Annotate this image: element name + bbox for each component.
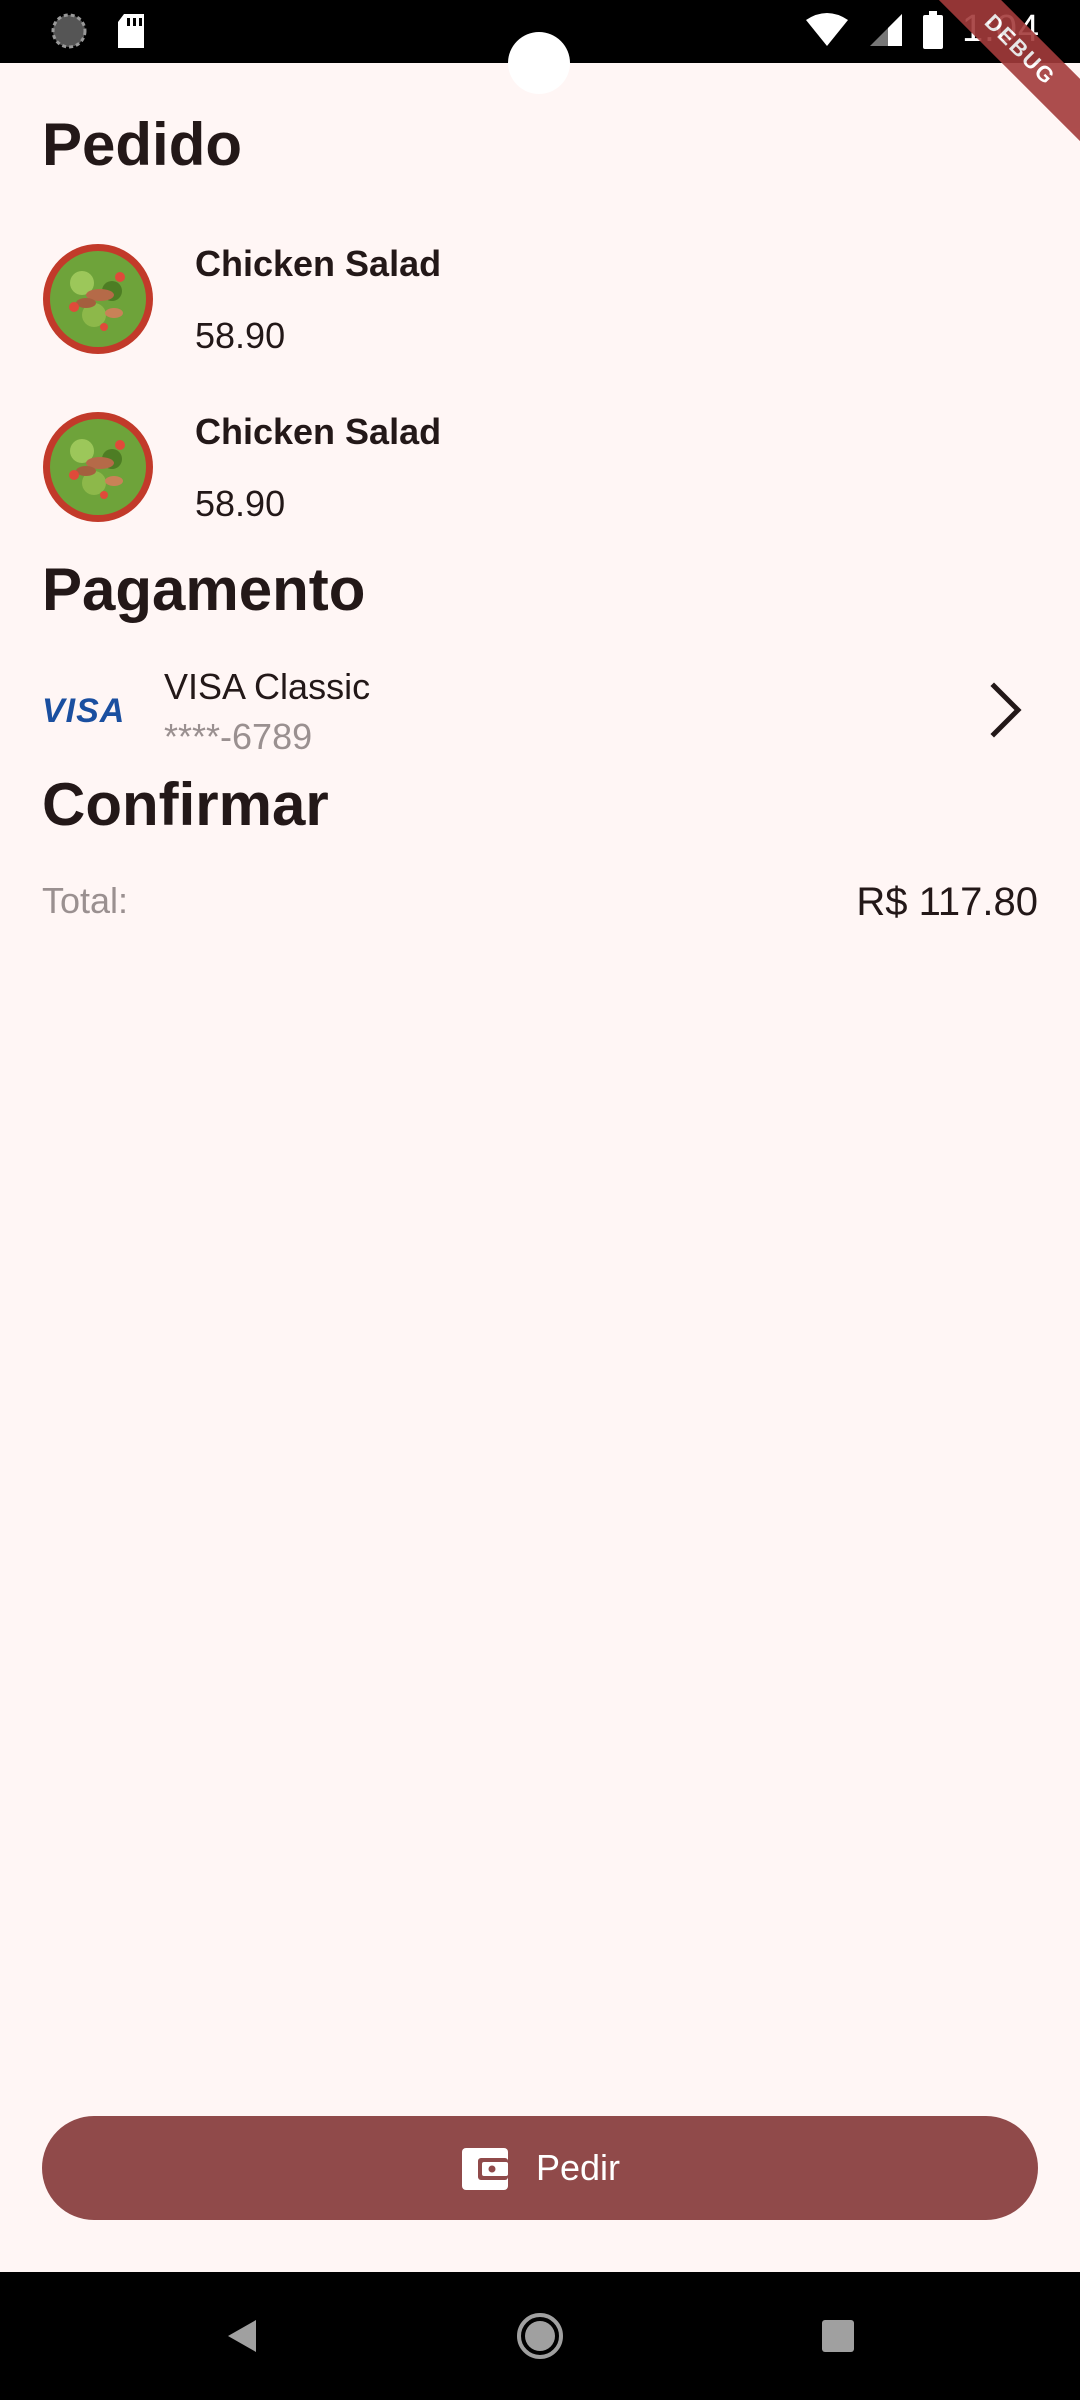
visa-logo: VISA (42, 692, 126, 730)
total-row: Total: R$ 117.80 (42, 880, 1038, 930)
wifi-icon (806, 12, 849, 46)
card-name: VISA Classic (164, 666, 371, 707)
signal-icon (870, 13, 903, 46)
item-name: Chicken Salad (195, 243, 442, 284)
order-item: Chicken Salad 58.90 (42, 411, 1038, 524)
battery-icon (923, 10, 944, 49)
recents-icon[interactable] (822, 2320, 854, 2352)
order-item: Chicken Salad 58.90 (42, 243, 1038, 356)
item-price: 58.90 (195, 315, 286, 356)
salad-image (43, 412, 153, 522)
salad-image (43, 244, 153, 354)
wallet-icon (461, 2148, 508, 2190)
loading-icon (51, 13, 87, 49)
item-name: Chicken Salad (195, 411, 442, 452)
status-time: 1:04 (962, 8, 1040, 50)
system-nav-bar (0, 2272, 1080, 2400)
sd-card-icon (118, 14, 144, 48)
confirm-section-title: Confirmar (42, 771, 329, 838)
payment-section-title: Pagamento (42, 556, 366, 623)
checkout-screen: 1:04 DEBUG Pedido Chicken Salad 58.90 Ch… (0, 0, 1080, 2400)
camera-cutout (508, 32, 570, 94)
back-icon[interactable] (224, 2316, 260, 2356)
card-number: ****-6789 (164, 716, 313, 757)
payment-method-row[interactable]: VISA VISA Classic ****-6789 (42, 660, 1038, 760)
home-icon[interactable] (516, 2312, 564, 2360)
place-order-button[interactable]: Pedir (42, 2116, 1038, 2220)
place-order-label: Pedir (535, 2147, 621, 2188)
item-price: 58.90 (195, 483, 286, 524)
total-label: Total: (42, 880, 129, 921)
chevron-right-icon[interactable] (986, 682, 1026, 738)
total-value: R$ 117.80 (856, 880, 1038, 924)
order-section-title: Pedido (42, 111, 243, 178)
